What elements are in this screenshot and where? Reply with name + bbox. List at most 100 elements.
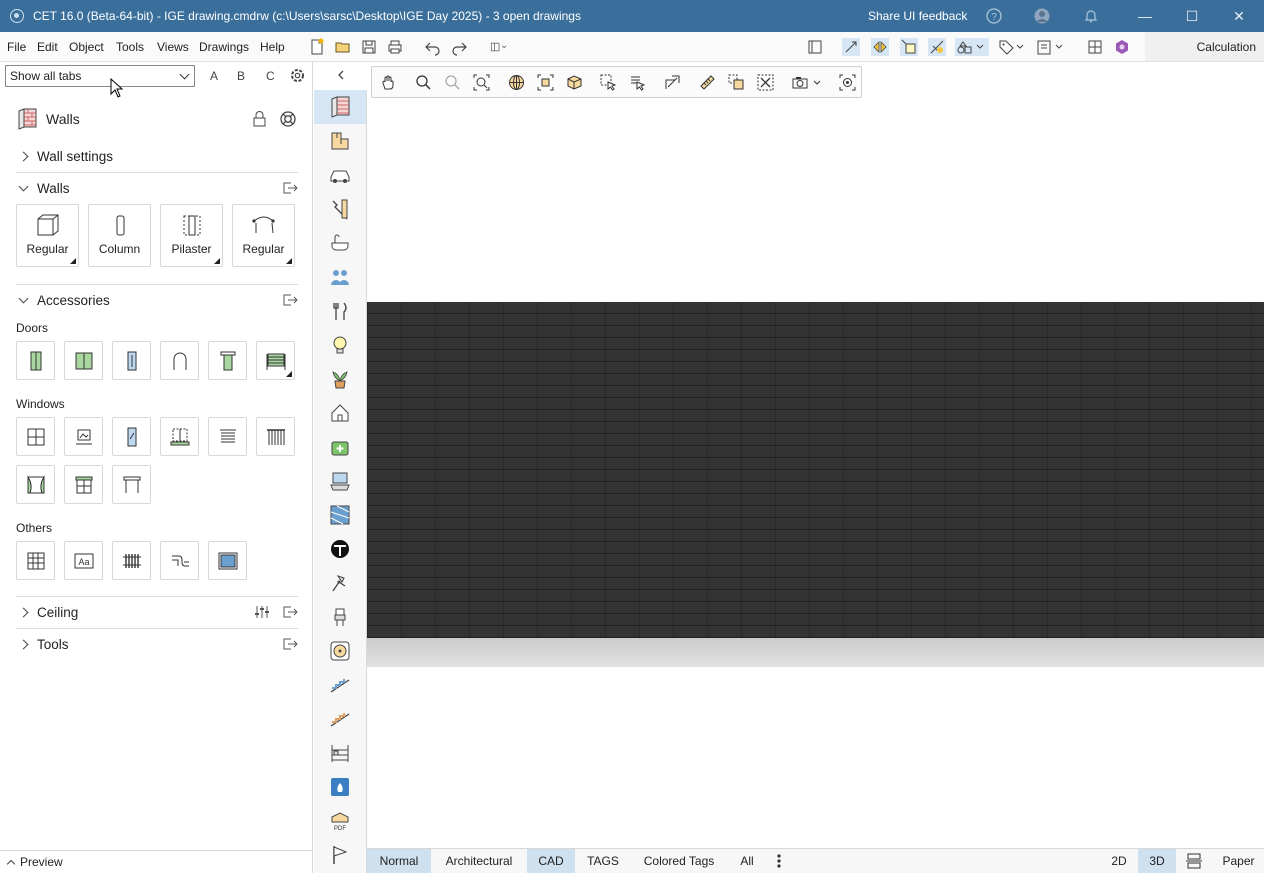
new-file-icon[interactable]: [308, 38, 326, 56]
tag-dropdown-icon[interactable]: [997, 38, 1027, 56]
close-button[interactable]: ✕: [1216, 0, 1262, 32]
drawing-canvas[interactable]: [367, 62, 1264, 848]
other-radiator-tile[interactable]: [112, 541, 151, 580]
export-icon[interactable]: [282, 637, 298, 651]
split-view-icon[interactable]: [1185, 853, 1203, 869]
category-flag[interactable]: [314, 838, 366, 872]
ruler-icon[interactable]: [699, 74, 716, 91]
view-3d-button[interactable]: 3D: [1138, 849, 1176, 873]
category-tools[interactable]: [314, 192, 366, 226]
zoom-extents-icon[interactable]: [473, 74, 490, 91]
filter-b-button[interactable]: B: [237, 69, 245, 83]
menu-drawings[interactable]: Drawings: [199, 40, 249, 54]
category-people[interactable]: [314, 260, 366, 294]
adjust-sliders-icon[interactable]: [254, 605, 270, 619]
window-blind-tile[interactable]: [208, 417, 247, 456]
layout-dropdown-icon[interactable]: [490, 38, 508, 56]
category-seating[interactable]: [314, 600, 366, 634]
minimize-button[interactable]: —: [1122, 0, 1168, 32]
window-curtain-tile[interactable]: [16, 465, 55, 504]
fit-selection-icon[interactable]: [537, 74, 554, 91]
section-accessories[interactable]: Accessories: [16, 286, 298, 314]
category-fireplace[interactable]: [314, 770, 366, 804]
menu-help[interactable]: Help: [260, 40, 285, 54]
more-options-corner[interactable]: [286, 258, 292, 264]
more-options-corner[interactable]: [214, 258, 220, 264]
view-2d-button[interactable]: 2D: [1100, 849, 1138, 873]
redo-icon[interactable]: [450, 38, 468, 56]
more-options-corner[interactable]: [70, 258, 76, 264]
category-vehicles[interactable]: [314, 158, 366, 192]
settings-gear-icon[interactable]: [289, 67, 306, 84]
notification-bell-icon[interactable]: [1083, 8, 1099, 24]
wall-column-tile[interactable]: Column: [88, 204, 151, 267]
tab-select-dropdown[interactable]: Show all tabs: [5, 65, 195, 87]
category-shelving[interactable]: [314, 736, 366, 770]
other-tiles-tile[interactable]: [16, 541, 55, 580]
structure-icon[interactable]: [1086, 38, 1104, 56]
section-tools[interactable]: Tools: [16, 630, 298, 658]
window-tall-tile[interactable]: [112, 417, 151, 456]
more-vertical-icon[interactable]: [775, 853, 783, 869]
tab-all[interactable]: All: [727, 849, 767, 873]
other-text-tile[interactable]: Aa: [64, 541, 103, 580]
section-walls[interactable]: Walls: [16, 174, 298, 202]
category-plants[interactable]: [314, 362, 366, 396]
other-picture-tile[interactable]: [208, 541, 247, 580]
collapse-panel-icon[interactable]: [335, 69, 347, 81]
window-picture-tile[interactable]: [64, 417, 103, 456]
tab-cad[interactable]: CAD: [527, 849, 575, 873]
export-icon[interactable]: [282, 605, 298, 619]
save-icon[interactable]: [360, 38, 378, 56]
section-wall-settings[interactable]: Wall settings: [16, 142, 298, 170]
export-icon[interactable]: [282, 293, 298, 307]
category-pdf[interactable]: PDF: [314, 804, 366, 838]
category-floorplan[interactable]: [314, 124, 366, 158]
category-kitchen[interactable]: [314, 294, 366, 328]
door-single-tile[interactable]: [16, 341, 55, 380]
calculation-button[interactable]: Calculation: [1145, 32, 1264, 61]
tab-architectural[interactable]: Architectural: [431, 849, 527, 873]
report-dropdown-icon[interactable]: [1036, 38, 1066, 56]
zoom-icon[interactable]: [415, 74, 432, 91]
print-icon[interactable]: [386, 38, 404, 56]
more-options-corner[interactable]: [286, 371, 292, 377]
menu-file[interactable]: File: [7, 40, 26, 54]
category-stairs[interactable]: [314, 668, 366, 702]
select-edit-icon[interactable]: [629, 74, 646, 91]
lock-icon[interactable]: [252, 111, 267, 127]
globe-view-icon[interactable]: [508, 74, 525, 91]
export-icon[interactable]: [282, 181, 298, 195]
view-paper-button[interactable]: Paper: [1213, 849, 1264, 873]
door-garage-tile[interactable]: [256, 341, 295, 380]
3d-box-view-icon[interactable]: [566, 74, 583, 91]
tab-normal[interactable]: Normal: [367, 849, 431, 873]
share-feedback-link[interactable]: Share UI feedback: [868, 9, 967, 23]
undo-icon[interactable]: [424, 38, 442, 56]
wall-regular-curve-tile[interactable]: Regular: [232, 204, 295, 267]
door-sliding-tile[interactable]: [112, 341, 151, 380]
copy-blocks-icon[interactable]: [728, 74, 745, 91]
select-area-icon[interactable]: [600, 74, 617, 91]
extension-hexagon-icon[interactable]: [1113, 38, 1131, 56]
measure-rotate-icon[interactable]: [664, 74, 681, 91]
menu-edit[interactable]: Edit: [37, 40, 58, 54]
catalog-book-icon[interactable]: [806, 38, 824, 56]
open-folder-icon[interactable]: [334, 38, 352, 56]
snap-icon[interactable]: [842, 38, 860, 56]
focus-target-icon[interactable]: [839, 74, 856, 91]
maximize-button[interactable]: ☐: [1169, 0, 1215, 32]
category-flooring[interactable]: [314, 498, 366, 532]
camera-dropdown-icon[interactable]: [792, 74, 826, 91]
delete-selection-icon[interactable]: [757, 74, 774, 91]
wall-regular-tile[interactable]: Regular: [16, 204, 79, 267]
window-vertical-blind-tile[interactable]: [256, 417, 295, 456]
filter-a-button[interactable]: A: [210, 69, 218, 83]
category-brand[interactable]: [314, 532, 366, 566]
mirror-icon[interactable]: [871, 38, 889, 56]
category-medical[interactable]: [314, 430, 366, 464]
shapes-dropdown-icon[interactable]: [955, 38, 989, 56]
window-cabinet-tile[interactable]: [64, 465, 103, 504]
category-walls[interactable]: [314, 90, 366, 124]
door-double-tile[interactable]: [64, 341, 103, 380]
